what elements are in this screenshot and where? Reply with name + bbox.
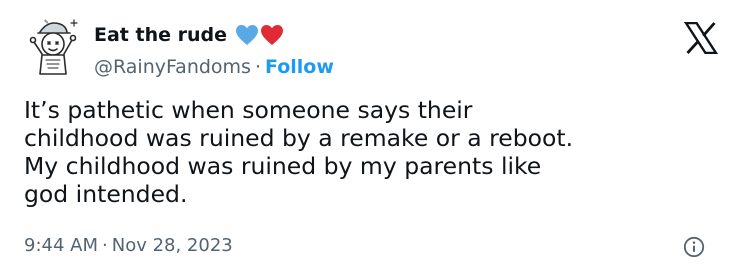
tweet-timestamp[interactable]: 9:44 AM · Nov 28, 2023 <box>24 235 233 256</box>
tweet-time: 9:44 AM <box>24 235 98 256</box>
tweet-text: It’s pathetic when someone says their ch… <box>24 96 574 208</box>
svg-text:✎: ✎ <box>44 19 49 26</box>
name-emojis <box>235 24 284 46</box>
handle-row: @RainyFandoms · Follow <box>94 56 334 78</box>
tweet-card: ✎ Eat the rude @RainyFandoms · Follow It… <box>0 0 740 275</box>
name-row: Eat the rude <box>94 21 334 49</box>
tweet-header: ✎ Eat the rude @RainyFandoms · Follow <box>26 14 334 78</box>
timestamp-separator: · <box>102 235 108 256</box>
blue-heart-icon <box>236 25 258 45</box>
display-name[interactable]: Eat the rude <box>94 24 227 46</box>
tweet-date: Nov 28, 2023 <box>111 235 233 256</box>
user-handle[interactable]: @RainyFandoms <box>94 56 251 78</box>
red-heart-icon <box>261 25 283 45</box>
info-icon[interactable] <box>683 236 705 258</box>
separator-dot: · <box>254 56 262 78</box>
x-logo-icon[interactable] <box>684 22 718 54</box>
avatar[interactable]: ✎ <box>26 14 82 78</box>
author-info: Eat the rude @RainyFandoms · Follow <box>94 21 334 78</box>
follow-button[interactable]: Follow <box>265 56 334 78</box>
